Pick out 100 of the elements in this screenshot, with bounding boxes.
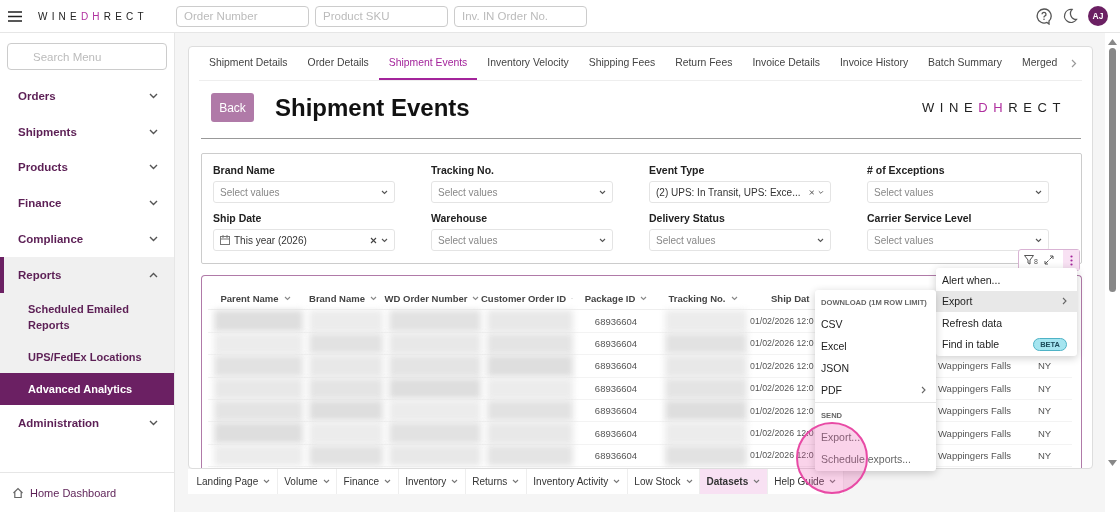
page-title: Shipment Events <box>275 93 470 122</box>
scrollbar[interactable] <box>1105 33 1120 512</box>
menu-item[interactable]: Refresh data <box>936 312 1077 334</box>
select-field[interactable]: Select values <box>867 181 1049 203</box>
nav-item[interactable]: Shipments <box>0 113 174 150</box>
table-cell: NY <box>1038 449 1052 461</box>
table-cell: 01/02/2026 12:0 <box>750 360 814 371</box>
help-icon[interactable] <box>1036 7 1052 25</box>
tab[interactable]: Shipment Details <box>199 47 298 80</box>
search-field[interactable]: Product SKU <box>315 5 448 27</box>
nav-item[interactable]: Orders <box>0 78 174 114</box>
tab[interactable]: Batch Summary <box>918 47 1013 80</box>
table-cell: 01/02/2026 12:0 <box>750 338 814 349</box>
table-cell: 68936604 <box>594 449 638 461</box>
dashboard-tab[interactable]: Landing Page <box>190 469 278 494</box>
dashboard-tab[interactable]: Datasets <box>700 469 768 494</box>
calendar-icon <box>220 235 230 245</box>
caret-icon <box>685 479 693 484</box>
search-field[interactable]: Inv. IN Order No. <box>454 5 587 27</box>
tab[interactable]: Shipment Events <box>378 47 478 80</box>
menu-item[interactable]: Excel <box>815 335 936 357</box>
tab[interactable]: Inventory Velocity <box>477 47 579 80</box>
table-cell: 68936604 <box>594 360 638 372</box>
select-field[interactable]: Select values <box>431 229 613 251</box>
clear-icon[interactable] <box>370 236 377 244</box>
chevron-right-icon[interactable] <box>1071 59 1078 68</box>
dashboard-tab[interactable]: Returns <box>465 469 527 494</box>
filter-label: Event Type <box>649 164 706 176</box>
tab[interactable]: Order Details <box>297 47 379 80</box>
menu-item[interactable]: PDF <box>815 379 936 401</box>
nav-item[interactable]: Administration <box>0 404 174 441</box>
table-cell: Wappingers Falls <box>938 382 1012 394</box>
menu-item[interactable]: JSON <box>815 357 936 379</box>
filter-label: Brand Name <box>213 164 276 176</box>
caret-icon <box>1035 237 1042 243</box>
dashboard-tab[interactable]: Finance <box>337 469 399 494</box>
user-avatar[interactable]: AJ <box>1088 6 1108 26</box>
table-cell: NY <box>1038 427 1052 439</box>
search-field[interactable]: Search Menu <box>7 43 167 70</box>
menu-item[interactable]: Alert when... <box>936 269 1077 291</box>
caret-icon <box>829 479 837 484</box>
home-dashboard-link[interactable]: Home Dashboard <box>30 486 117 499</box>
tab[interactable]: Invoice History <box>829 47 919 80</box>
dashboard-tab[interactable]: Volume <box>277 469 338 494</box>
table-cell: 68936604 <box>594 405 638 417</box>
nav-item[interactable]: Finance <box>0 185 174 222</box>
table-cell: 01/02/2026 12:0 <box>750 316 814 327</box>
caret-icon <box>817 237 824 243</box>
chevron-icon <box>149 236 158 243</box>
tab[interactable]: Shipping Fees <box>578 47 666 80</box>
caret-icon <box>370 296 377 301</box>
scroll-up-icon[interactable] <box>1108 39 1117 45</box>
logo: WINE DH RECT <box>38 10 148 22</box>
caret-icon <box>1035 189 1042 195</box>
filter-icon <box>1024 255 1034 265</box>
nav-item[interactable]: Products <box>0 149 174 186</box>
table-cell: NY <box>1038 382 1052 394</box>
table-cell: 68936604 <box>594 427 638 439</box>
scroll-down-icon[interactable] <box>1108 460 1117 466</box>
nav-item[interactable]: Compliance <box>0 221 174 257</box>
caret-icon <box>640 296 648 301</box>
select-field[interactable]: Select values <box>649 229 831 251</box>
filter-label: Warehouse <box>431 212 489 224</box>
menu-icon[interactable] <box>8 10 22 22</box>
logo: WINE DH RECT <box>921 100 1066 115</box>
menu-item[interactable]: CSV <box>815 313 936 335</box>
chevron-right-icon <box>921 386 926 394</box>
caret-icon <box>753 479 761 484</box>
select-field[interactable]: This year (2026) <box>213 229 395 251</box>
filter-label: Carrier Service Level <box>867 212 973 224</box>
moon-icon[interactable] <box>1062 8 1078 24</box>
table-cell: 68936604 <box>594 382 638 394</box>
select-field[interactable]: Select values <box>431 181 613 203</box>
dashboard-tab[interactable]: Inventory <box>398 469 466 494</box>
expand-icon[interactable] <box>1043 255 1054 265</box>
caret-icon <box>283 296 291 301</box>
tab[interactable]: Invoice Details <box>742 47 830 80</box>
table-cell: Wappingers Falls <box>938 360 1012 372</box>
scroll-thumb[interactable] <box>1109 48 1116 292</box>
nav-subitem[interactable]: UPS/FedEx Locations <box>0 340 174 373</box>
filter-label: # of Exceptions <box>867 164 946 176</box>
search-field[interactable]: Order Number <box>176 5 309 27</box>
dashboard-tab[interactable]: Inventory Activity <box>526 469 628 494</box>
select-field[interactable]: Select values <box>213 181 395 203</box>
caret-icon <box>472 296 480 301</box>
nav-item[interactable]: Reports <box>0 257 174 293</box>
chevron-icon <box>149 92 158 99</box>
tab[interactable]: Return Fees <box>665 47 743 80</box>
nav-subitem[interactable]: Scheduled Emailed Reports <box>0 292 174 341</box>
nav-subitem[interactable]: Advanced Analytics <box>0 372 174 405</box>
menu-item[interactable]: Export... <box>815 426 936 448</box>
more-button[interactable] <box>1063 250 1079 270</box>
menu-item[interactable]: Export <box>936 290 1077 312</box>
filter-label: Tracking No. <box>431 164 495 176</box>
caret-icon <box>613 479 621 484</box>
table-cell: NY <box>1038 405 1052 417</box>
select-field[interactable]: (2) UPS: In Transit, UPS: Exce... <box>649 181 831 203</box>
tab[interactable]: Merged <box>1012 47 1068 80</box>
column-header[interactable]: Package ID <box>573 288 659 310</box>
menu-item[interactable]: Schedule exports... <box>815 448 936 470</box>
